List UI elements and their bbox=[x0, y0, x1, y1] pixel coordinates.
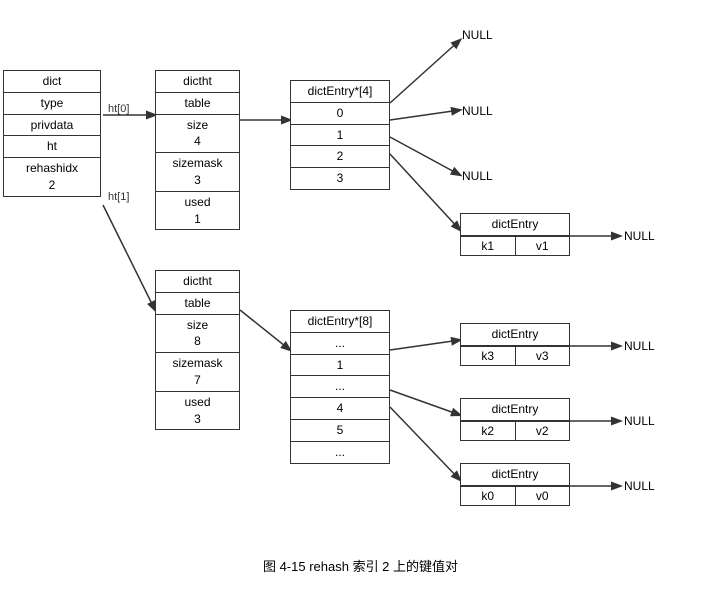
svg-text:ht[0]: ht[0] bbox=[108, 103, 129, 115]
entry-k0v0-box: dictEntry k0 v0 bbox=[460, 463, 570, 506]
ht0-title: dictht bbox=[156, 71, 239, 93]
ht0-array-1: 1 bbox=[291, 125, 389, 147]
dict-field-privdata: privdata bbox=[4, 115, 100, 137]
ht0-size: size4 bbox=[156, 115, 239, 154]
entry-k3v3-v: v3 bbox=[516, 347, 570, 365]
entry-k0v0-k: k0 bbox=[461, 487, 516, 505]
entry-k2v2-title: dictEntry bbox=[461, 399, 569, 421]
entry-k2v2-v: v2 bbox=[516, 422, 570, 440]
dict-field-ht: ht bbox=[4, 136, 100, 158]
ht1-dictht-box: dictht table size8 sizemask7 used3 bbox=[155, 270, 240, 430]
null-entry-k2v2: NULL bbox=[624, 414, 655, 428]
ht0-sizemask: sizemask3 bbox=[156, 153, 239, 192]
entry-k1v1-title: dictEntry bbox=[461, 214, 569, 236]
entry-k3v3-box: dictEntry k3 v3 bbox=[460, 323, 570, 366]
entry-k0v0-title: dictEntry bbox=[461, 464, 569, 486]
entry-k1v1-box: dictEntry k1 v1 bbox=[460, 213, 570, 256]
ht1-array-dots3: ... bbox=[291, 442, 389, 463]
ht1-array-dots1: ... bbox=[291, 333, 389, 355]
ht0-used: used1 bbox=[156, 192, 239, 230]
ht0-array-3: 3 bbox=[291, 168, 389, 189]
entry-k1v1-v: v1 bbox=[516, 237, 570, 255]
ht1-used: used3 bbox=[156, 392, 239, 430]
ht1-table: table bbox=[156, 293, 239, 315]
null-mid1: NULL bbox=[462, 104, 493, 118]
ht0-table: table bbox=[156, 93, 239, 115]
dict-title: dict bbox=[4, 71, 100, 93]
entry-k3v3-k: k3 bbox=[461, 347, 516, 365]
ht1-array-dots2: ... bbox=[291, 376, 389, 398]
null-entry-k0v0: NULL bbox=[624, 479, 655, 493]
dict-field-type: type bbox=[4, 93, 100, 115]
entry-k2v2-k: k2 bbox=[461, 422, 516, 440]
ht0-array-box: dictEntry*[4] 0 1 2 3 bbox=[290, 80, 390, 190]
ht1-array-4: 4 bbox=[291, 398, 389, 420]
ht0-array-2: 2 bbox=[291, 146, 389, 168]
ht1-array-1: 1 bbox=[291, 355, 389, 377]
ht0-dictht-box: dictht table size4 sizemask3 used1 bbox=[155, 70, 240, 230]
diagram: ht[0] ht[1] bbox=[0, 0, 721, 580]
entry-k0v0-v: v0 bbox=[516, 487, 570, 505]
null-entry-k1v1: NULL bbox=[624, 229, 655, 243]
ht1-title: dictht bbox=[156, 271, 239, 293]
entry-k1v1-k: k1 bbox=[461, 237, 516, 255]
dict-field-rehashidx: rehashidx2 bbox=[4, 158, 100, 196]
ht1-array-5: 5 bbox=[291, 420, 389, 442]
null-entry-k3v3: NULL bbox=[624, 339, 655, 353]
ht0-array-title: dictEntry*[4] bbox=[291, 81, 389, 103]
ht1-size: size8 bbox=[156, 315, 239, 354]
ht1-sizemask: sizemask7 bbox=[156, 353, 239, 392]
dict-box: dict type privdata ht rehashidx2 bbox=[3, 70, 101, 197]
ht1-array-box: dictEntry*[8] ... 1 ... 4 5 ... bbox=[290, 310, 390, 464]
entry-k3v3-title: dictEntry bbox=[461, 324, 569, 346]
entry-k2v2-box: dictEntry k2 v2 bbox=[460, 398, 570, 441]
null-mid2: NULL bbox=[462, 169, 493, 183]
svg-text:ht[1]: ht[1] bbox=[108, 191, 129, 203]
null-top: NULL bbox=[462, 28, 493, 42]
ht1-array-title: dictEntry*[8] bbox=[291, 311, 389, 333]
ht0-array-0: 0 bbox=[291, 103, 389, 125]
figure-caption: 图 4-15 rehash 索引 2 上的键值对 bbox=[0, 556, 721, 575]
